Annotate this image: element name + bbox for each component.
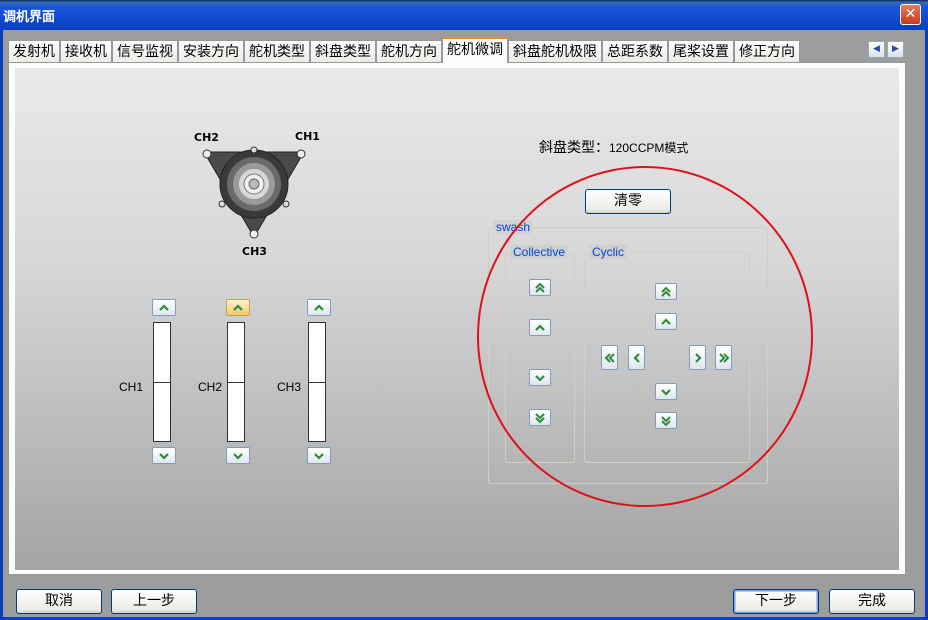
cyclic-up-button[interactable] xyxy=(655,313,677,330)
ch1-up-button[interactable] xyxy=(152,299,176,316)
collective-down-button[interactable] xyxy=(529,369,551,386)
swashplate-icon xyxy=(202,146,306,239)
diagram-ch3-label: CH3 xyxy=(242,245,267,258)
prev-step-button[interactable]: 上一步 xyxy=(111,589,197,614)
swash-type-value: 120CCPM模式 xyxy=(609,141,689,155)
tab-9[interactable]: 总距系数 xyxy=(602,40,668,63)
tab-8[interactable]: 斜盘舵机极限 xyxy=(508,40,602,63)
ch3-slider-label: CH3 xyxy=(277,380,302,394)
collective-fast-down-button[interactable] xyxy=(529,409,551,426)
ch3-down-button[interactable] xyxy=(307,447,331,464)
double-chevron-up-icon xyxy=(535,282,545,293)
tab-6[interactable]: 舵机方向 xyxy=(376,40,442,63)
collective-fast-up-button[interactable] xyxy=(529,279,551,296)
chevron-left-icon xyxy=(632,352,640,363)
chevron-up-icon xyxy=(661,317,671,325)
cyclic-fast-down-button[interactable] xyxy=(655,412,677,429)
reset-button[interactable]: 清零 xyxy=(585,189,671,214)
chevron-down-icon xyxy=(233,452,243,460)
tab-0[interactable]: 发射机 xyxy=(8,40,60,63)
chevron-right-icon xyxy=(694,352,702,363)
tab-strip: 发射机 接收机 信号监视 安装方向 舵机类型 斜盘类型 舵机方向 舵机微调 斜盘舵机极限 总距系数… xyxy=(8,37,800,63)
chevron-down-icon xyxy=(159,452,169,460)
ch2-slider-thumb[interactable] xyxy=(228,382,244,383)
ch3-up-button[interactable] xyxy=(307,299,331,316)
cyclic-fast-left-button[interactable] xyxy=(601,345,618,370)
chevron-down-icon xyxy=(535,374,545,382)
chevron-up-icon xyxy=(314,303,324,311)
swash-group-legend: swash xyxy=(494,220,533,234)
tab-1[interactable]: 接收机 xyxy=(60,40,112,63)
double-chevron-left-icon xyxy=(604,352,615,363)
cyclic-fast-right-button[interactable] xyxy=(715,345,732,370)
cyclic-left-button[interactable] xyxy=(628,345,645,370)
ch2-slider-track[interactable] xyxy=(227,322,245,442)
finish-button[interactable]: 完成 xyxy=(829,589,915,614)
tab-4[interactable]: 舵机类型 xyxy=(244,40,310,63)
ch2-down-button[interactable] xyxy=(226,447,250,464)
ch2-up-button[interactable] xyxy=(226,299,250,316)
swash-type-label: 斜盘类型： xyxy=(539,140,609,156)
tab-7[interactable]: 舵机微调 xyxy=(442,37,508,63)
ch3-slider-thumb[interactable] xyxy=(309,382,325,383)
diagram-ch1-label: CH1 xyxy=(295,130,320,143)
close-button[interactable]: ✕ xyxy=(900,4,921,25)
chevron-down-icon xyxy=(661,388,671,396)
chevron-down-icon xyxy=(314,452,324,460)
chevron-up-icon xyxy=(159,303,169,311)
tab-scroll-buttons: ◀ ▶ xyxy=(868,41,904,59)
swash-type-row: 斜盘类型：120CCPM模式 xyxy=(539,137,688,157)
tab-2[interactable]: 信号监视 xyxy=(112,40,178,63)
ch3-slider-track[interactable] xyxy=(308,322,326,442)
cyclic-fast-up-button[interactable] xyxy=(655,283,677,300)
ch1-slider-thumb[interactable] xyxy=(154,382,170,383)
tab-5[interactable]: 斜盘类型 xyxy=(310,40,376,63)
tab-10[interactable]: 尾桨设置 xyxy=(668,40,734,63)
title-bar: 调机界面 xyxy=(0,0,928,30)
ch1-slider-label: CH1 xyxy=(119,380,144,394)
diagram-ch2-label: CH2 xyxy=(194,131,219,144)
tab-3[interactable]: 安装方向 xyxy=(178,40,244,63)
chevron-up-icon xyxy=(233,303,243,311)
chevron-up-icon xyxy=(535,323,545,331)
collective-group-legend: Collective xyxy=(511,245,568,259)
double-chevron-down-icon xyxy=(661,415,671,426)
ch1-slider-track[interactable] xyxy=(153,322,171,442)
cancel-button[interactable]: 取消 xyxy=(16,589,102,614)
tab-scroll-right-icon[interactable]: ▶ xyxy=(887,41,904,58)
next-step-button[interactable]: 下一步 xyxy=(733,589,819,614)
tab-scroll-left-icon[interactable]: ◀ xyxy=(868,41,885,58)
cyclic-right-button[interactable] xyxy=(689,345,706,370)
double-chevron-down-icon xyxy=(535,412,545,423)
tab-11[interactable]: 修正方向 xyxy=(734,40,800,63)
ch2-slider-label: CH2 xyxy=(198,380,223,394)
cyclic-down-button[interactable] xyxy=(655,383,677,400)
double-chevron-right-icon xyxy=(718,352,729,363)
cyclic-group-legend: Cyclic xyxy=(590,245,626,259)
tab-panel xyxy=(8,62,906,575)
double-chevron-up-icon xyxy=(661,286,671,297)
collective-up-button[interactable] xyxy=(529,319,551,336)
ch1-down-button[interactable] xyxy=(152,447,176,464)
window-title: 调机界面 xyxy=(3,9,56,25)
